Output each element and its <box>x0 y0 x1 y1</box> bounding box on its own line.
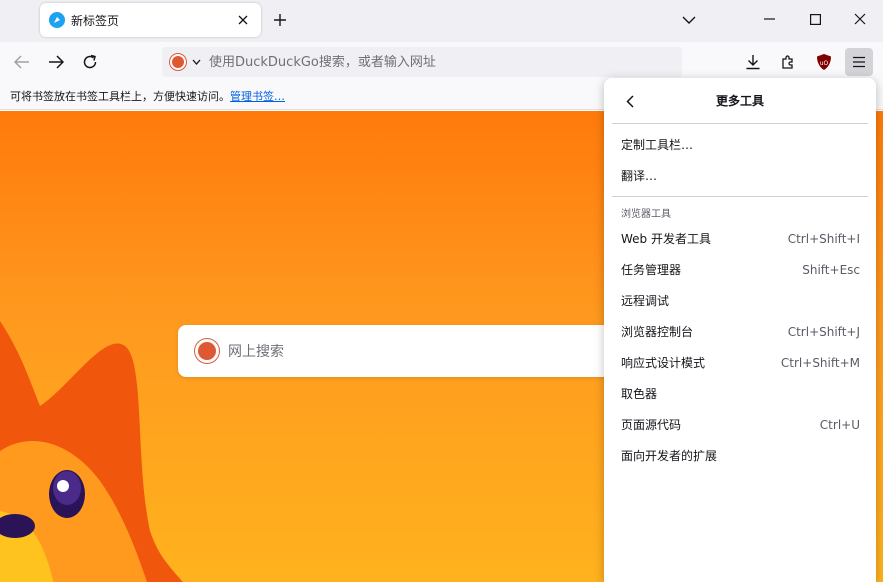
menu-item-shortcut: Ctrl+Shift+M <box>780 355 860 370</box>
url-input[interactable] <box>209 54 649 70</box>
manage-bookmarks-link[interactable]: 管理书签… <box>230 88 285 104</box>
menu-item-label: 页面源代码 <box>621 418 682 432</box>
menu-item-eyedropper[interactable]: 取色器 <box>604 378 876 409</box>
tab-strip: 新标签页 <box>0 0 883 42</box>
bookmarks-message: 可将书签放在书签工具栏上，方便快速访问。 <box>10 89 230 103</box>
search-box[interactable]: 网上搜索 <box>178 325 628 377</box>
search-engine-button[interactable] <box>166 50 205 74</box>
menu-item-shortcut: Ctrl+Shift+J <box>787 324 860 339</box>
menu-item-web-developer-tools[interactable]: Web 开发者工具 Ctrl+Shift+I <box>604 223 876 254</box>
menu-separator <box>612 196 868 197</box>
tab-title: 新标签页 <box>71 13 120 28</box>
section-label-browser-tools: 浏览器工具 <box>621 208 671 220</box>
duckduckgo-icon <box>170 54 186 70</box>
tab-new-tab[interactable]: 新标签页 <box>40 3 261 37</box>
menu-item-shortcut: Shift+Esc <box>802 262 860 277</box>
menu-item-remote-debugging[interactable]: 远程调试 <box>604 285 876 316</box>
menu-item-task-manager[interactable]: 任务管理器 Shift+Esc <box>604 254 876 285</box>
menu-item-label: 翻译… <box>621 169 658 183</box>
panel-back-icon[interactable] <box>616 87 644 115</box>
menu-item-label: 取色器 <box>621 387 658 401</box>
plus-icon[interactable] <box>268 8 292 32</box>
menu-item-developer-extensions[interactable]: 面向开发者的扩展 <box>604 440 876 471</box>
menu-item-label: 远程调试 <box>621 294 670 308</box>
menu-item-page-source[interactable]: 页面源代码 Ctrl+U <box>604 409 876 440</box>
extensions-icon[interactable] <box>774 48 802 76</box>
reload-icon[interactable] <box>76 48 104 76</box>
menu-item-shortcut: Ctrl+U <box>819 417 860 432</box>
ublock-origin-icon[interactable]: uO <box>810 48 838 76</box>
menu-item-browser-console[interactable]: 浏览器控制台 Ctrl+Shift+J <box>604 316 876 347</box>
close-icon[interactable] <box>231 8 255 32</box>
more-tools-panel: 更多工具 定制工具栏… 翻译… 浏览器工具 Web 开发者工具 Ctrl+Shi… <box>604 78 876 582</box>
maximize-icon[interactable] <box>792 0 838 38</box>
menu-item-label: Web 开发者工具 <box>621 232 711 246</box>
menu-item-translate[interactable]: 翻译… <box>604 160 876 191</box>
nav-bar: uO <box>0 42 883 82</box>
menu-item-label: 响应式设计模式 <box>621 356 706 370</box>
chevron-down-icon[interactable] <box>677 8 701 32</box>
minimize-icon[interactable] <box>746 0 792 38</box>
chevron-down-icon <box>192 59 201 65</box>
search-placeholder: 网上搜索 <box>228 344 284 360</box>
menu-item-label: 面向开发者的扩展 <box>621 449 718 463</box>
window-close-icon[interactable] <box>837 0 883 38</box>
menu-item-label: 任务管理器 <box>621 263 682 277</box>
firefox-favicon-icon <box>49 12 65 28</box>
download-icon[interactable] <box>739 48 767 76</box>
hamburger-menu-icon[interactable] <box>845 48 873 76</box>
svg-text:uO: uO <box>820 60 829 67</box>
menu-item-label: 定制工具栏… <box>621 138 694 152</box>
menu-item-customize-toolbar[interactable]: 定制工具栏… <box>604 129 876 160</box>
panel-header: 更多工具 <box>612 78 868 124</box>
duckduckgo-icon <box>195 339 219 363</box>
menu-item-label: 浏览器控制台 <box>621 325 694 339</box>
url-bar[interactable] <box>162 47 682 77</box>
menu-item-responsive-design-mode[interactable]: 响应式设计模式 Ctrl+Shift+M <box>604 347 876 378</box>
firefox-mascot-illustration <box>0 321 183 582</box>
menu-item-shortcut: Ctrl+Shift+I <box>787 231 860 246</box>
forward-arrow-icon[interactable] <box>42 48 70 76</box>
back-arrow-icon[interactable] <box>8 48 36 76</box>
panel-title: 更多工具 <box>715 94 764 108</box>
